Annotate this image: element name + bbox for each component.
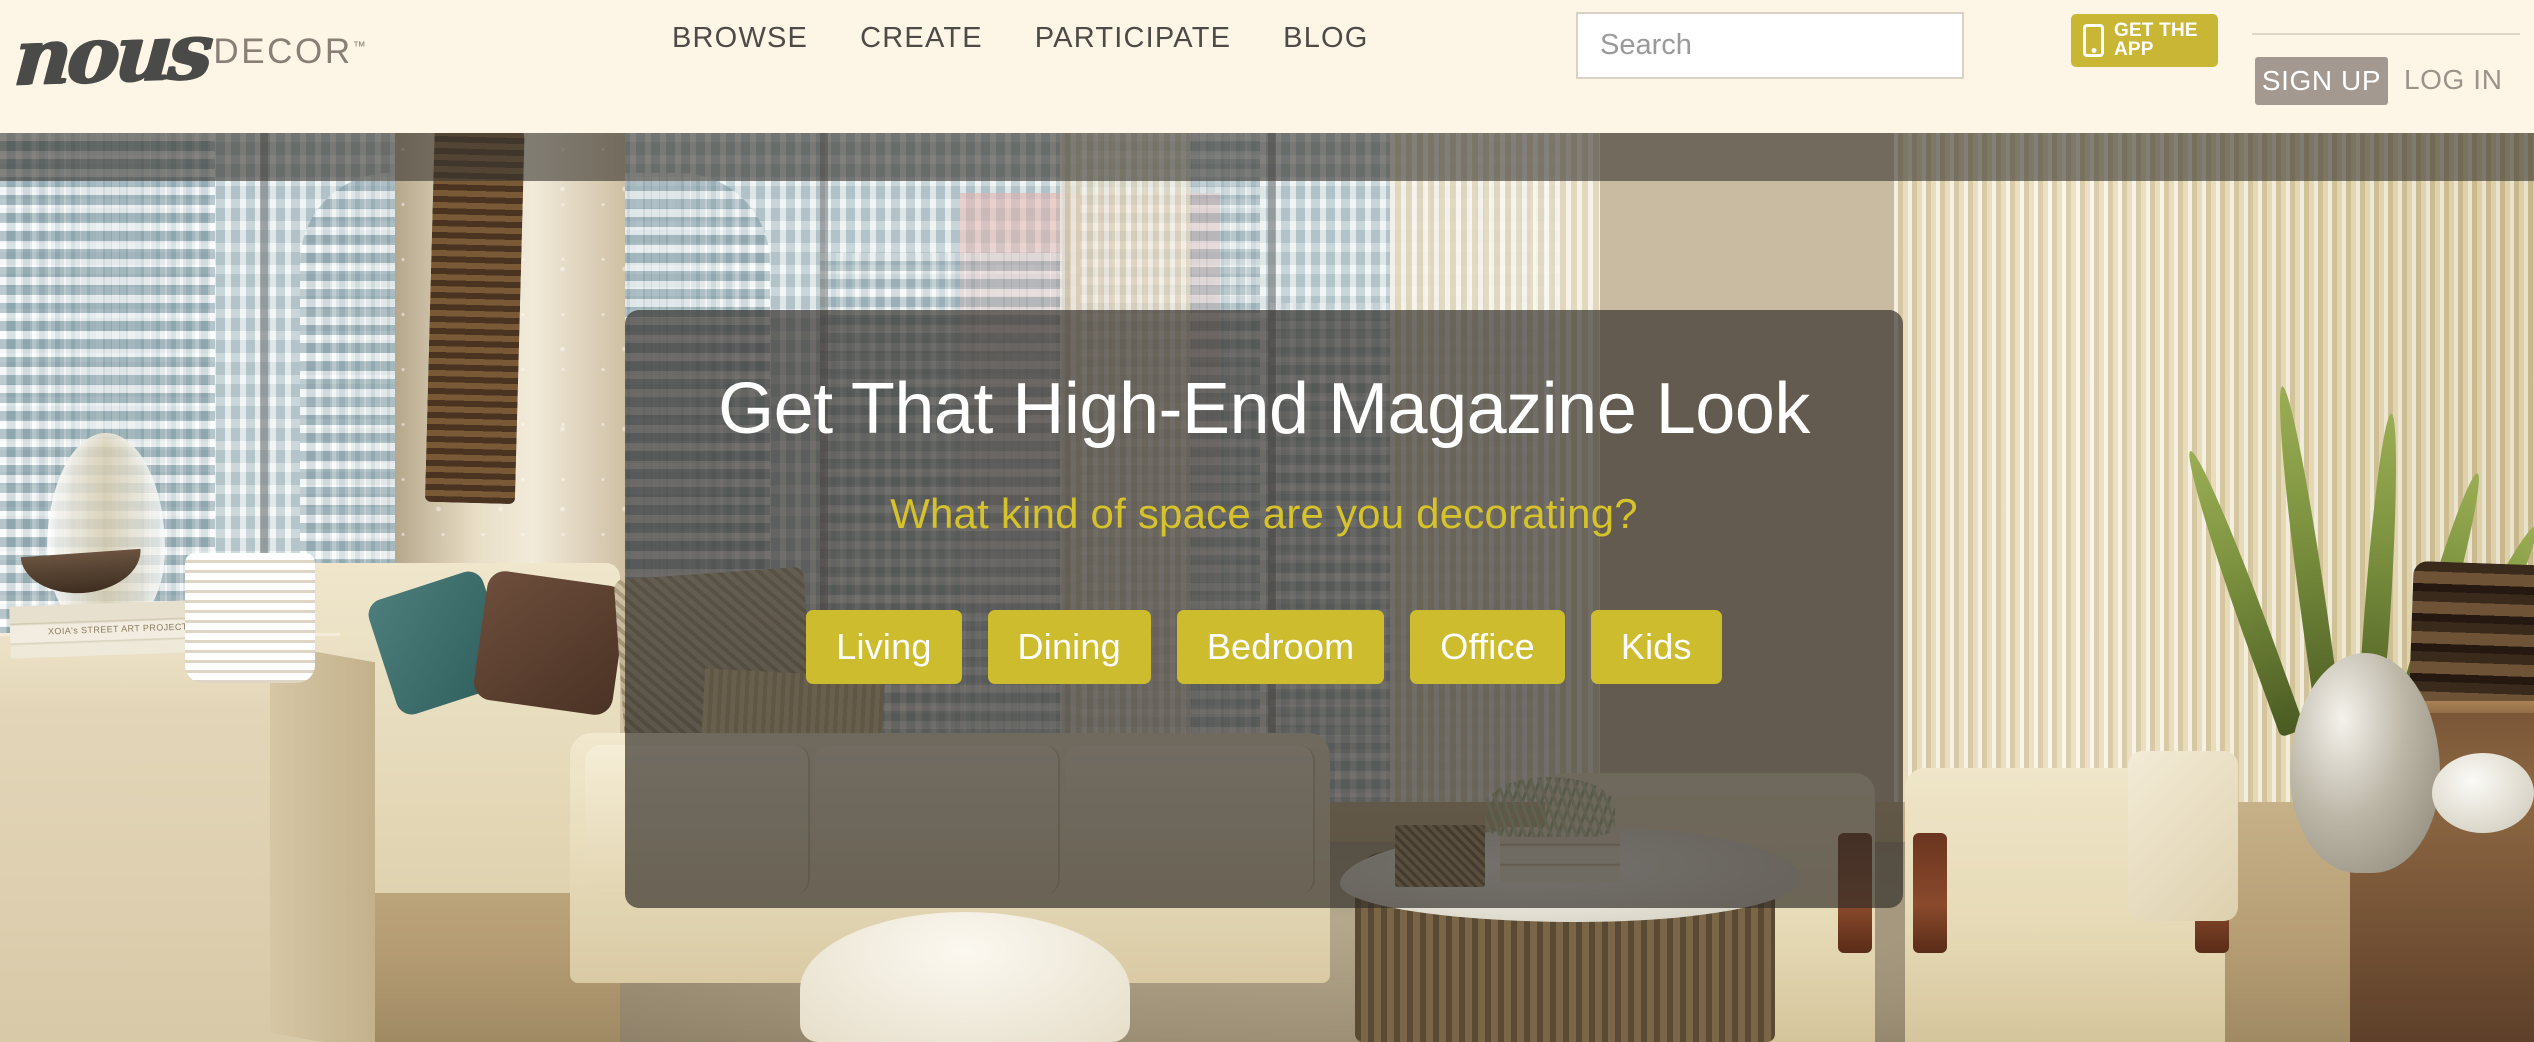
page-root: nous DECOR™ BROWSE CREATE PARTICIPATE BL… (0, 0, 2534, 1042)
trademark-icon: ™ (352, 38, 366, 54)
category-button-dining[interactable]: Dining (987, 610, 1151, 684)
nav-item-browse[interactable]: BROWSE (672, 22, 808, 55)
armchair-pillow (2128, 751, 2238, 921)
category-button-kids[interactable]: Kids (1590, 610, 1722, 684)
category-button-office[interactable]: Office (1410, 610, 1565, 684)
phone-icon (2083, 24, 2104, 57)
auth-divider (2252, 33, 2520, 35)
get-the-app-label: GET THE APP (2114, 21, 2198, 60)
nav-item-blog[interactable]: BLOG (1283, 22, 1368, 55)
nav-item-create[interactable]: CREATE (860, 22, 983, 55)
pillow-brown (471, 568, 629, 718)
stone-object (2432, 753, 2534, 833)
category-button-living[interactable]: Living (806, 610, 962, 684)
log-in-link[interactable]: LOG IN (2404, 64, 2503, 96)
search-input[interactable] (1576, 12, 1964, 79)
hero-title: Get That High-End Magazine Look (718, 369, 1810, 449)
get-app-line2: APP (2114, 38, 2154, 60)
logo-decor-text: DECOR™ (213, 32, 366, 71)
site-header: nous DECOR™ BROWSE CREATE PARTICIPATE BL… (0, 0, 2534, 133)
white-textured-vase (185, 553, 315, 683)
site-logo[interactable]: nous DECOR™ (11, 6, 366, 104)
wicker-basket (424, 133, 526, 505)
hero-overlay-card: Get That High-End Magazine Look What kin… (625, 310, 1903, 908)
category-button-row: Living Dining Bedroom Office Kids (625, 610, 1903, 684)
logo-script-text: nous (10, 5, 211, 104)
sign-up-button[interactable]: SIGN UP (2255, 57, 2388, 105)
main-navigation: BROWSE CREATE PARTICIPATE BLOG (672, 22, 1369, 55)
nav-item-participate[interactable]: PARTICIPATE (1035, 22, 1231, 55)
category-button-bedroom[interactable]: Bedroom (1176, 610, 1385, 684)
hero-top-scrim (0, 133, 2534, 181)
hero-subtitle: What kind of space are you decorating? (890, 490, 1638, 537)
armchair-arm-3 (1913, 833, 1947, 953)
get-the-app-button[interactable]: GET THE APP (2071, 14, 2218, 67)
hero-section: XOIA's STREET ART PROJECT Get That High-… (0, 133, 2534, 1042)
side-table-face (270, 643, 375, 1042)
